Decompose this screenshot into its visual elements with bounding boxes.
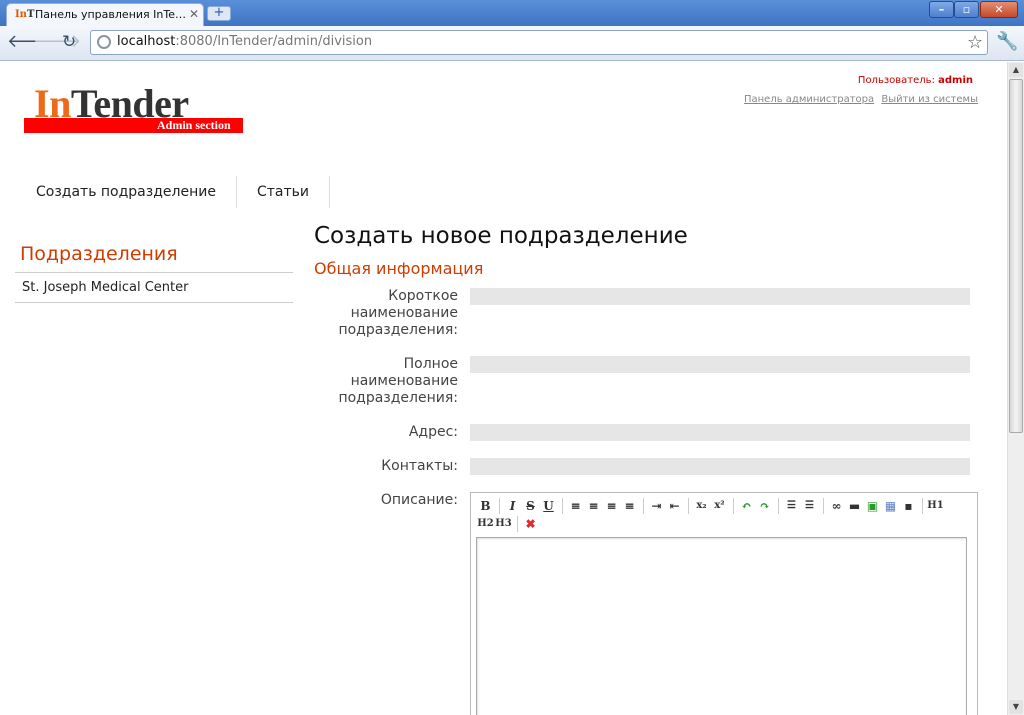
h1-button[interactable]: H1 [927, 497, 944, 515]
logo-subtitle: Admin section [157, 118, 231, 132]
description-editor: B I S U ≡ ≡ ≡ ≡ ⇥ ⇤ x₂ x² ↶ ↷ ☰ ☰ ∞ ▬ ▣ … [470, 492, 978, 715]
wrench-icon[interactable]: 🔧 [996, 31, 1018, 52]
scroll-up-icon[interactable]: ▲ [1009, 63, 1023, 77]
menu-item-articles[interactable]: Статьи [237, 176, 330, 208]
address-label: Адрес: [408, 424, 458, 440]
section-title: Общая информация [314, 259, 484, 278]
align-left-icon[interactable]: ≡ [567, 497, 584, 515]
undo-icon[interactable]: ↶ [738, 497, 755, 515]
main-menu: Создать подразделение Статьи [16, 176, 330, 208]
tab-title: Панель управления InTen... [35, 8, 187, 21]
page-viewport: InTender Admin section Пользователь: adm… [0, 62, 1007, 715]
horizontal-rule-icon[interactable]: ▬ [846, 497, 863, 515]
editor-toolbar: B I S U ≡ ≡ ≡ ≡ ⇥ ⇤ x₂ x² ↶ ↷ ☰ ☰ ∞ ▬ ▣ … [477, 497, 971, 533]
italic-button[interactable]: I [504, 497, 521, 515]
browser-toolbar: 🡐 🡒 ↻ localhost:8080/InTender/admin/divi… [0, 26, 1024, 61]
user-name: admin [938, 75, 973, 86]
logout-link[interactable]: Выйти из системы [881, 94, 978, 105]
strikethrough-button[interactable]: S [522, 497, 539, 515]
maximize-button[interactable]: ▫ [954, 1, 979, 18]
toolbar-separator [733, 498, 734, 514]
menu-item-create-division[interactable]: Создать подразделение [16, 176, 237, 208]
contacts-input[interactable] [470, 458, 970, 475]
h2-button[interactable]: H2 [477, 515, 494, 533]
sidebar-item-division[interactable]: St. Joseph Medical Center [15, 273, 293, 303]
superscript-button[interactable]: x² [711, 497, 728, 515]
close-window-button[interactable]: ✕ [980, 1, 1018, 18]
reload-icon[interactable]: ↻ [62, 33, 76, 51]
sidebar-title: Подразделения [15, 240, 293, 273]
address-input[interactable] [470, 424, 970, 441]
admin-panel-link[interactable]: Панель администратора [744, 94, 874, 105]
description-label: Описание: [380, 492, 458, 508]
indent-icon[interactable]: ⇥ [648, 497, 665, 515]
outdent-icon[interactable]: ⇤ [666, 497, 683, 515]
align-right-icon[interactable]: ≡ [603, 497, 620, 515]
address-bar[interactable]: localhost:8080/InTender/admin/division ☆ [90, 30, 988, 55]
toolbar-separator [517, 516, 518, 532]
sidebar: Подразделения St. Joseph Medical Center [15, 240, 293, 303]
unordered-list-icon[interactable]: ☰ [801, 497, 818, 515]
ordered-list-icon[interactable]: ☰ [783, 497, 800, 515]
image-icon[interactable]: ▣ [864, 497, 881, 515]
align-justify-icon[interactable]: ≡ [621, 497, 638, 515]
bookmark-star-icon[interactable]: ☆ [967, 32, 983, 53]
short-name-label: Короткое наименование подразделения: [338, 288, 458, 338]
h3-button[interactable]: H3 [495, 515, 512, 533]
scroll-down-icon[interactable]: ▼ [1009, 700, 1023, 714]
toolbar-separator [499, 498, 500, 514]
globe-icon [97, 35, 111, 49]
page-scrollbar[interactable]: ▲ ▼ [1007, 62, 1024, 715]
subscript-button[interactable]: x₂ [693, 497, 710, 515]
contacts-label: Контакты: [381, 458, 458, 474]
short-name-input[interactable] [470, 288, 970, 305]
browser-titlebar: InT Панель управления InTen... ✕ + – ▫ ✕ [0, 0, 1024, 26]
user-links: Панель администратора Выйти из системы [740, 94, 978, 105]
browser-tab[interactable]: InT Панель управления InTen... ✕ [6, 3, 204, 26]
toolbar-separator [562, 498, 563, 514]
toolbar-separator [643, 498, 644, 514]
table-icon[interactable]: ▦ [882, 497, 899, 515]
page-title: Создать новое подразделение [314, 223, 688, 249]
minimize-button[interactable]: – [929, 1, 954, 18]
user-info: Пользователь: admin [858, 75, 973, 86]
tab-close-icon[interactable]: ✕ [189, 7, 199, 21]
user-label: Пользователь: [857, 75, 935, 86]
tab-favicon-icon: InT [15, 9, 35, 20]
align-center-icon[interactable]: ≡ [585, 497, 602, 515]
redo-icon[interactable]: ↷ [756, 497, 773, 515]
toolbar-separator [688, 498, 689, 514]
toolbar-separator [823, 498, 824, 514]
toolbar-separator [922, 498, 923, 514]
full-name-input[interactable] [470, 356, 970, 373]
underline-button[interactable]: U [540, 497, 557, 515]
bold-button[interactable]: B [477, 497, 494, 515]
editor-content-area[interactable] [476, 537, 967, 715]
scroll-thumb[interactable] [1009, 79, 1023, 433]
url-text[interactable]: localhost:8080/InTender/admin/division [117, 34, 372, 49]
full-name-label: Полное наименование подразделения: [338, 356, 458, 406]
remove-format-icon[interactable]: ✖ [522, 515, 539, 533]
toolbar-separator [778, 498, 779, 514]
new-tab-button[interactable]: + [207, 6, 231, 21]
source-code-icon[interactable]: ▪ [900, 497, 917, 515]
link-icon[interactable]: ∞ [828, 497, 845, 515]
